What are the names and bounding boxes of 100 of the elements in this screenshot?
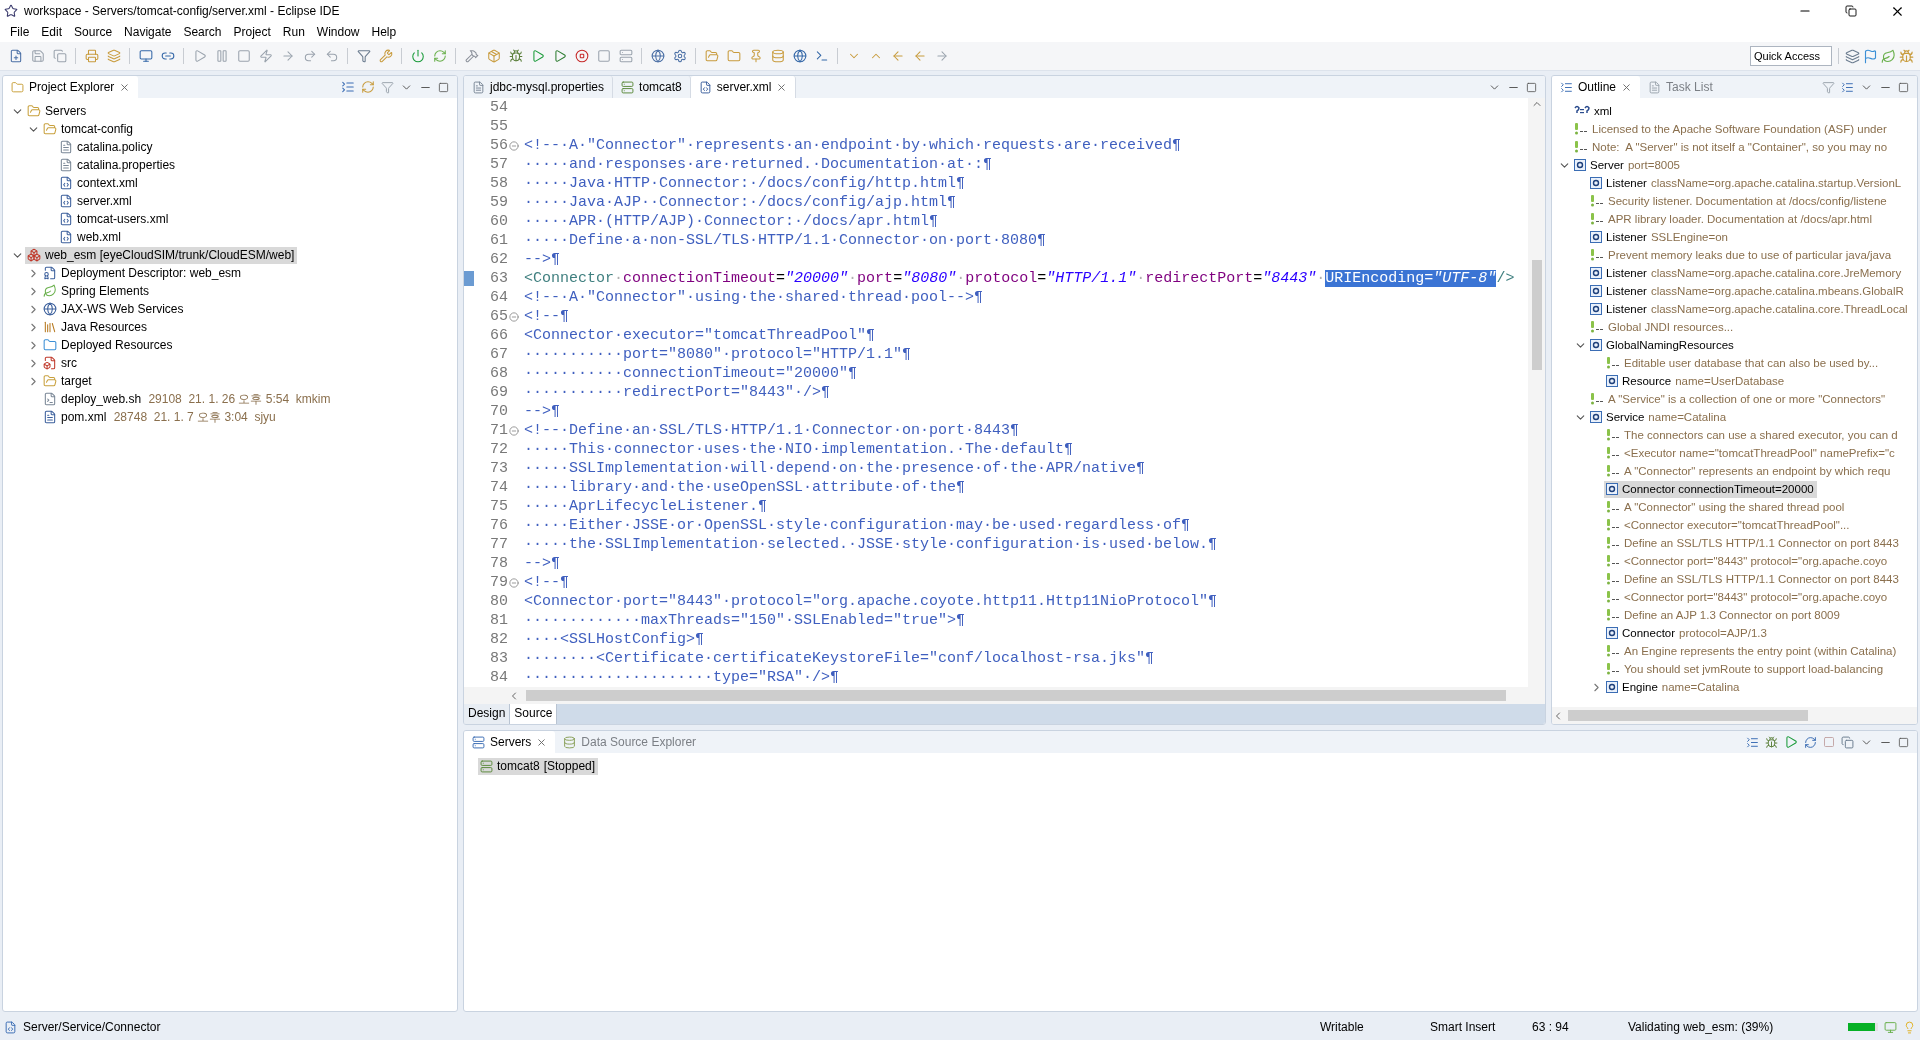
- view-tab[interactable]: Project Explorer: [3, 76, 139, 98]
- debug-icon[interactable]: [1765, 735, 1778, 749]
- maximize-icon[interactable]: [1526, 81, 1537, 93]
- fold-icon[interactable]: [509, 311, 519, 322]
- tree-item[interactable]: pom.xml 28748 21. 1. 7 오후 3:04 sjyu: [41, 408, 279, 426]
- scroll-thumb[interactable]: [1568, 710, 1808, 721]
- outline-item[interactable]: <Executor name="tomcatThreadPool" namePrefix="c: [1604, 444, 1898, 462]
- menu-item[interactable]: Source: [68, 22, 119, 42]
- stop-circle-icon[interactable]: [574, 49, 589, 63]
- editor-tab[interactable]: server.xml: [690, 76, 797, 98]
- gear-icon[interactable]: [672, 49, 687, 63]
- horizontal-scrollbar[interactable]: [464, 687, 1545, 704]
- collapse-all-icon[interactable]: [341, 80, 355, 94]
- tree-item[interactable]: catalina.properties: [57, 156, 179, 174]
- outline-item[interactable]: Connector connectionTimeout=20000: [1604, 480, 1817, 498]
- tree-item[interactable]: Servers: [25, 102, 90, 120]
- fold-icon[interactable]: [509, 577, 519, 588]
- tree-item[interactable]: server.xml: [57, 192, 135, 210]
- outline-item[interactable]: Define an SSL/TLS HTTP/1.1 Connector on port 8443: [1604, 534, 1902, 552]
- tree-item[interactable]: target: [41, 372, 95, 390]
- vertical-scrollbar[interactable]: [1528, 98, 1545, 687]
- view-tab[interactable]: Data Source Explorer: [555, 731, 705, 753]
- server-item[interactable]: tomcat8 [Stopped]: [478, 757, 599, 775]
- outline-item[interactable]: Listener className=org.apache.catalina.mbeans.GlobalR: [1588, 282, 1907, 300]
- wrench-icon[interactable]: [378, 49, 393, 63]
- tree-item[interactable]: JAX-WS Web Services: [41, 300, 187, 318]
- menu-item[interactable]: Navigate: [118, 22, 178, 42]
- link-icon[interactable]: [160, 49, 175, 63]
- outline-item[interactable]: You should set jvmRoute to support load-balancing: [1604, 660, 1887, 678]
- outline-item[interactable]: Security listener. Documentation at /docs/config/listene: [1588, 192, 1890, 210]
- horizontal-scrollbar[interactable]: [1552, 707, 1917, 724]
- restore-icon[interactable]: [1845, 5, 1857, 17]
- outline-item[interactable]: Listener className=org.apache.catalina.core.ThreadLocal: [1588, 300, 1911, 318]
- view-tab[interactable]: Task List: [1640, 76, 1721, 98]
- database-icon[interactable]: [770, 49, 785, 63]
- tree-item[interactable]: web_esm [eyeCloudSIM/trunk/CloudESM/web]: [25, 246, 298, 264]
- outline-item[interactable]: <Connector executor="tomcatThreadPool"...: [1604, 516, 1853, 534]
- tree-item[interactable]: tomcat-users.xml: [57, 210, 172, 228]
- tree-item[interactable]: tomcat-config: [41, 120, 137, 138]
- outline-item[interactable]: GlobalNamingResources: [1588, 336, 1737, 354]
- layers-icon[interactable]: [106, 49, 121, 63]
- outline-item[interactable]: An Engine represents the entry point (within Catalina): [1604, 642, 1900, 660]
- outline-item[interactable]: APR library loader. Documentation at /docs/apr.html: [1588, 210, 1875, 228]
- tree-item[interactable]: Deployed Resources: [41, 336, 176, 354]
- menu-item[interactable]: Run: [276, 22, 311, 42]
- maximize-icon[interactable]: [1898, 81, 1909, 93]
- maximize-icon[interactable]: [1898, 736, 1909, 748]
- outline-item[interactable]: Server port=8005: [1572, 156, 1683, 174]
- save-icon[interactable]: [30, 49, 45, 63]
- outline-item[interactable]: The connectors can use a shared executor, you can d: [1604, 426, 1901, 444]
- folder-icon[interactable]: [726, 49, 741, 63]
- stop-icon[interactable]: [1823, 736, 1835, 748]
- outline-item[interactable]: Engine name=Catalina: [1604, 678, 1743, 696]
- menu-item[interactable]: Search: [177, 22, 228, 42]
- terminal-icon[interactable]: [814, 49, 829, 63]
- outline-item[interactable]: Note: A "Server" is not itself a "Container", so you may no: [1572, 138, 1891, 156]
- tree-item[interactable]: Spring Elements: [41, 282, 153, 300]
- resume-icon[interactable]: [192, 49, 207, 63]
- view-tab[interactable]: Outline: [1552, 76, 1641, 98]
- start-icon[interactable]: [1784, 735, 1798, 749]
- outline-item[interactable]: Global JNDI resources...: [1588, 318, 1737, 336]
- server-icon[interactable]: [618, 49, 633, 63]
- menu-item[interactable]: Project: [227, 22, 277, 42]
- tree-item[interactable]: catalina.policy: [57, 138, 156, 156]
- outline-item[interactable]: Prevent memory leaks due to use of particular java/java: [1588, 246, 1895, 264]
- tree-item[interactable]: Java Resources: [41, 318, 151, 336]
- scroll-thumb[interactable]: [1531, 260, 1542, 370]
- filter-icon[interactable]: [381, 80, 394, 94]
- outline-item[interactable]: Listener className=org.apache.catalina.startup.VersionL: [1588, 174, 1905, 192]
- forward-icon[interactable]: [934, 49, 949, 63]
- lightbulb-icon[interactable]: [1903, 1020, 1916, 1034]
- collapse-all-icon[interactable]: [1841, 80, 1854, 94]
- view-tab[interactable]: Servers: [464, 731, 556, 753]
- quick-access-field[interactable]: Quick Access: [1750, 46, 1832, 66]
- save-all-icon[interactable]: [52, 49, 67, 63]
- back-icon[interactable]: [912, 49, 927, 63]
- outline-item[interactable]: Licensed to the Apache Software Foundation (ASF) under: [1572, 120, 1890, 138]
- menu-item[interactable]: File: [4, 22, 36, 42]
- menu-item[interactable]: Help: [365, 22, 403, 42]
- monitor-icon[interactable]: [138, 49, 153, 63]
- outline-item[interactable]: Connector protocol=AJP/1.3: [1604, 624, 1770, 642]
- pause-icon[interactable]: [214, 49, 229, 63]
- pin-icon[interactable]: [748, 49, 763, 63]
- outline-item[interactable]: <Connector port="8443" protocol="org.apache.coyo: [1604, 588, 1891, 606]
- outline-item[interactable]: A "Connector" represents an endpoint by which requ: [1604, 462, 1894, 480]
- mode-tab[interactable]: Source: [510, 704, 558, 724]
- outline-item[interactable]: Listener className=org.apache.catalina.core.JreMemory: [1588, 264, 1905, 282]
- outline-item[interactable]: Resource name=UserDatabase: [1604, 372, 1788, 390]
- tree-item[interactable]: context.xml: [57, 174, 141, 192]
- web-browser-icon[interactable]: [792, 49, 807, 63]
- menu-item[interactable]: Window: [310, 22, 366, 42]
- outline-item[interactable]: Define an SSL/TLS HTTP/1.1 Connector on port 8443: [1604, 570, 1902, 588]
- outline-item[interactable]: Listener SSLEngine=on: [1588, 228, 1731, 246]
- outline-item[interactable]: Editable user database that can also be used by...: [1604, 354, 1882, 372]
- outline-item[interactable]: A "Service" is a collection of one or more "Connectors": [1588, 390, 1889, 408]
- tree-item[interactable]: src: [41, 354, 80, 372]
- fold-icon[interactable]: [509, 140, 519, 151]
- menu-item[interactable]: Edit: [35, 22, 69, 42]
- collapse-all-icon[interactable]: [1746, 735, 1759, 749]
- printer-icon[interactable]: [84, 49, 99, 63]
